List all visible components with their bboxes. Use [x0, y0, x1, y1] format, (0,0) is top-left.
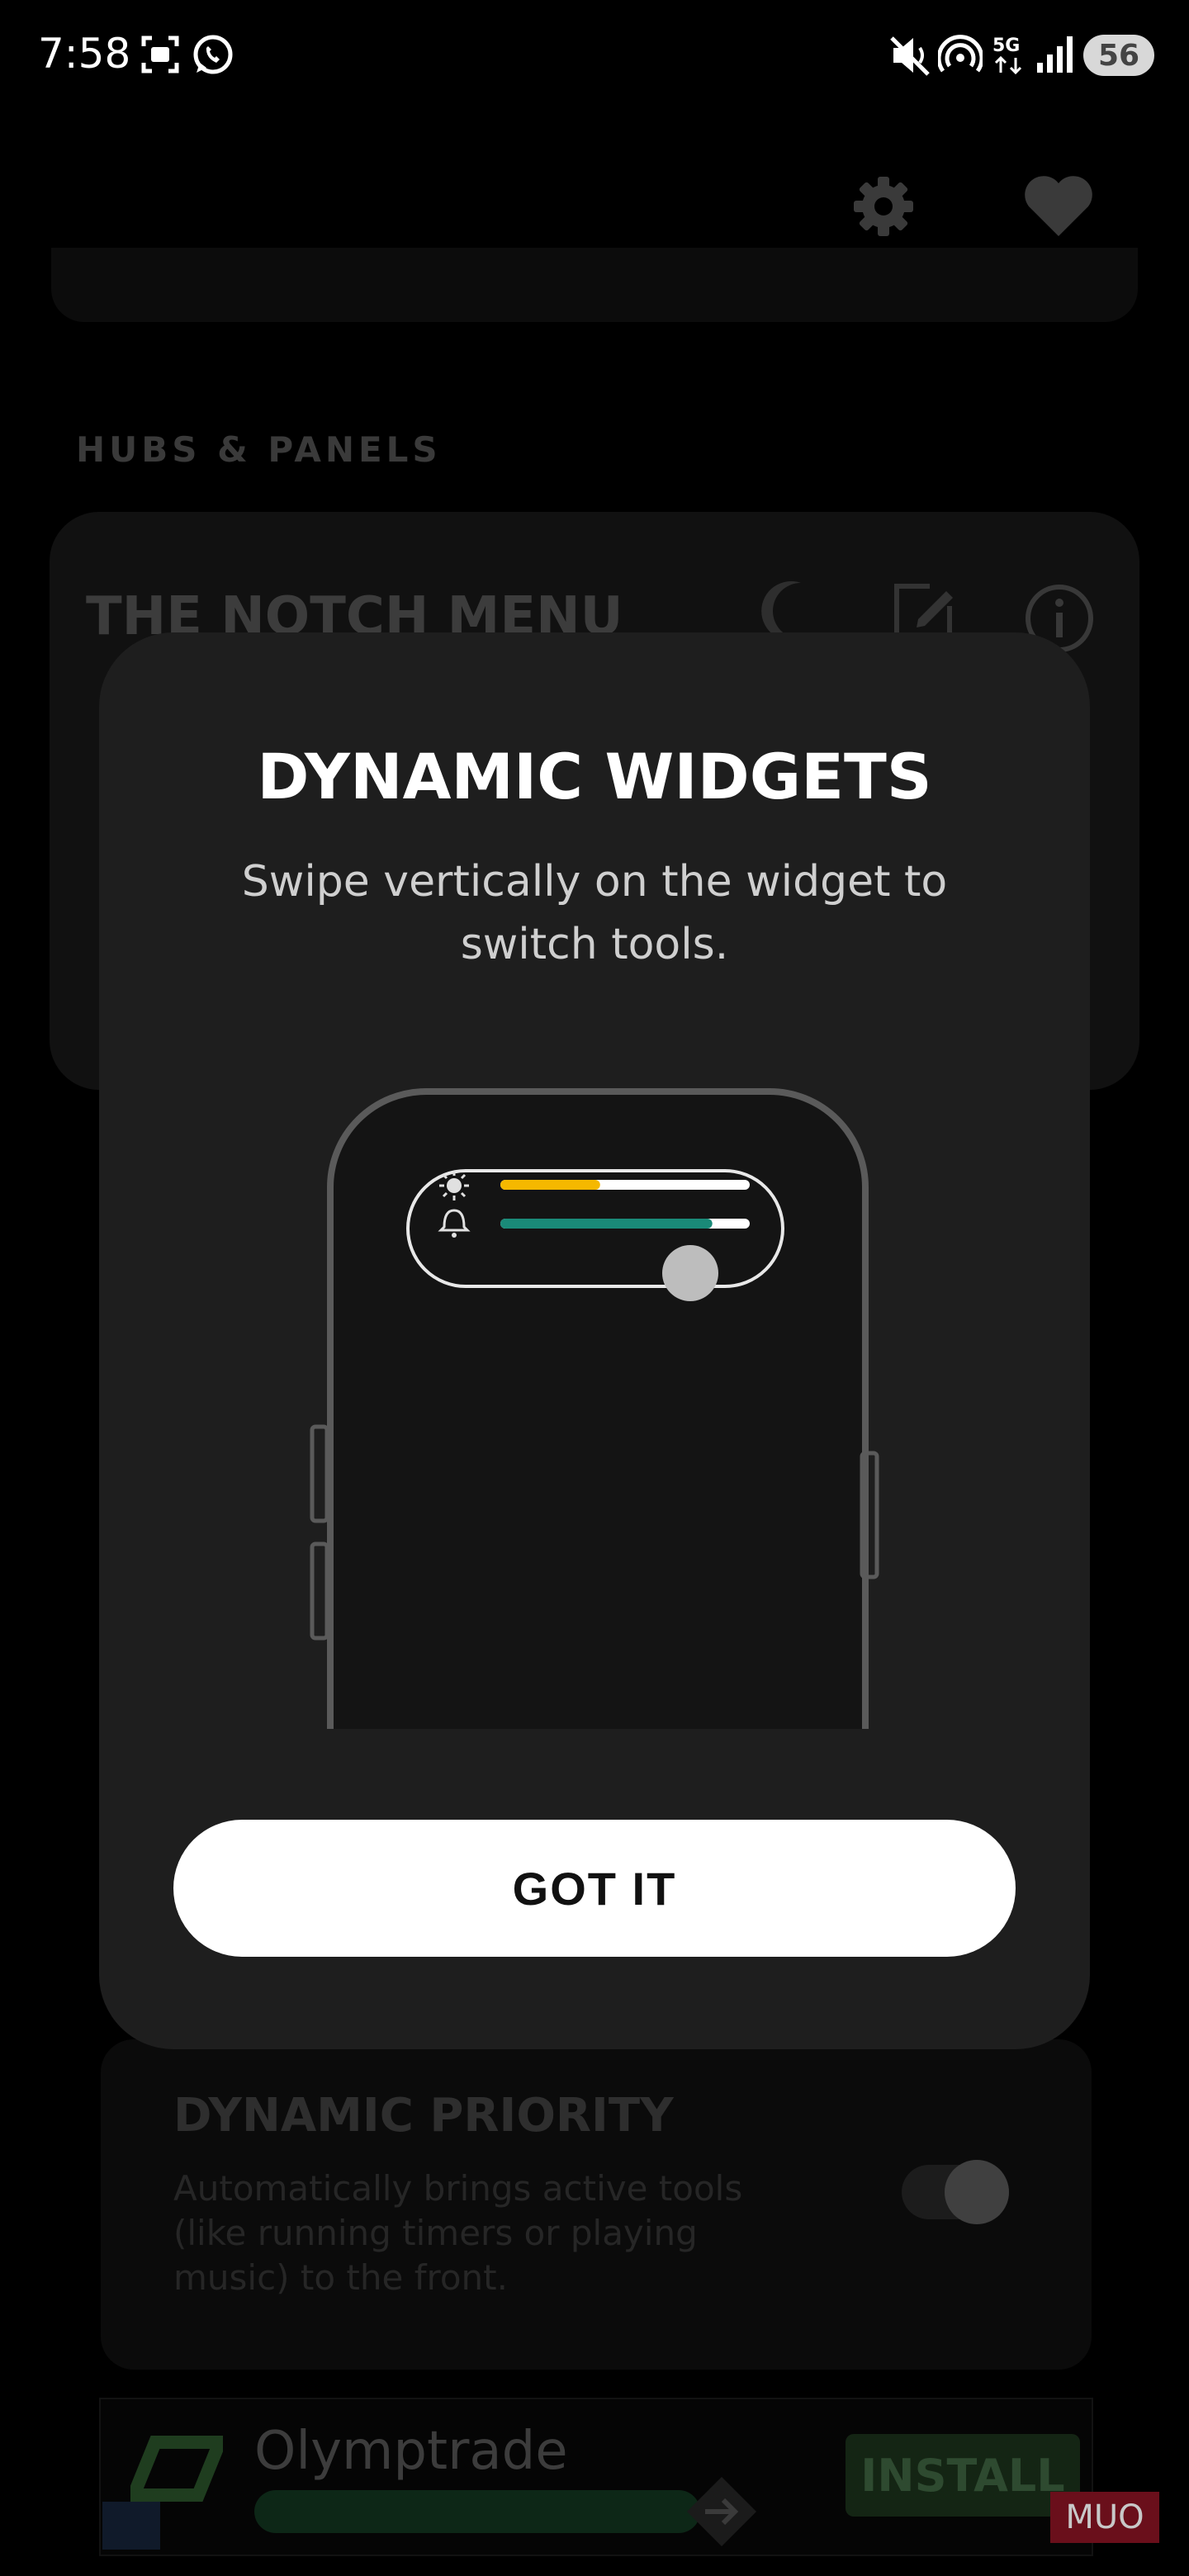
dynamic-priority-description: Automatically brings active tools (like … [173, 2168, 743, 2298]
heart-icon[interactable] [1024, 175, 1093, 238]
dialog-title: DYNAMIC WIDGETS [257, 740, 932, 813]
brightness-fill [500, 1180, 600, 1190]
ad-progress-bar [254, 2490, 700, 2533]
status-bar: 7:58 5G 56 [0, 0, 1189, 116]
volume-fill [500, 1219, 713, 1229]
arrow-right-icon [687, 2477, 756, 2546]
section-label: HUBS & PANELS [76, 429, 442, 470]
screenshot-icon [141, 36, 179, 73]
phone-illustration [310, 1088, 879, 1729]
status-time: 7:58 [38, 30, 131, 78]
dynamic-priority-title: DYNAMIC PRIORITY [173, 2089, 674, 2143]
swipe-touch-indicator [662, 1245, 718, 1301]
ad-install-button[interactable]: INSTALL [846, 2434, 1080, 2517]
got-it-button[interactable]: GOT IT [173, 1820, 1016, 1957]
battery-indicator: 56 [1083, 35, 1154, 76]
5g-icon: 5G [992, 36, 1022, 75]
dialog-description: Swipe vertically on the widget to switch… [241, 857, 948, 969]
gear-icon[interactable] [850, 173, 917, 239]
muo-watermark: MUO [1050, 2492, 1159, 2543]
top-card [51, 248, 1138, 322]
toggle-knob [945, 2160, 1009, 2224]
olymptrade-logo-icon [130, 2436, 223, 2502]
ad-flag [102, 2502, 160, 2550]
signal-icon [1037, 36, 1073, 73]
brightness-icon [439, 1171, 469, 1200]
hotspot-icon [938, 35, 983, 73]
svg-text:5G: 5G [992, 36, 1020, 56]
whatsapp-icon [193, 35, 233, 74]
mute-icon [890, 36, 930, 76]
ad-title: Olymptrade [254, 2421, 568, 2482]
